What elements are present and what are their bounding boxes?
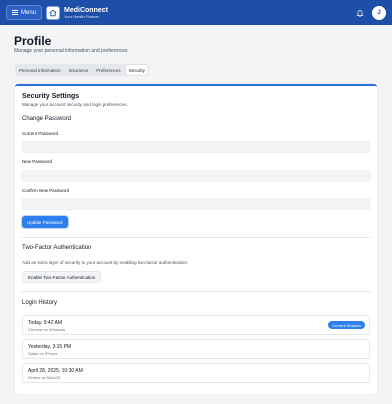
tab-security[interactable]: Security (125, 65, 148, 75)
update-password-button[interactable]: Update Password (22, 216, 68, 228)
app-name: MediConnect (64, 6, 108, 14)
app-tagline: Your Health Partner (64, 13, 99, 19)
page-title: Profile (14, 34, 52, 48)
tab-personal-information[interactable]: Personal Information (16, 65, 64, 75)
tab-insurance[interactable]: Insurance (66, 65, 92, 75)
bell-icon (356, 9, 364, 17)
session-time: Yesterday, 3:15 PM (28, 344, 72, 350)
confirm-password-field[interactable] (22, 198, 370, 210)
list-item: April 28, 2025, 10:30 AM Firefox on MacO… (22, 363, 370, 383)
list-item: Yesterday, 3:15 PM Safari on iPhone (22, 339, 370, 359)
new-password-field[interactable] (22, 170, 370, 182)
security-title: Security Settings (22, 93, 80, 100)
avatar[interactable]: J (372, 5, 386, 20)
current-session-badge: Current Session (328, 321, 365, 329)
session-time: Today, 9:42 AM (28, 320, 63, 326)
confirm-password-label: Confirm New Password (22, 188, 70, 193)
security-settings-card: Security Settings Manage your account se… (15, 84, 377, 394)
two-factor-description: Add an extra layer of security to your a… (22, 260, 189, 265)
tab-preferences[interactable]: Preferences (93, 65, 123, 75)
menu-button-label: Menu (21, 9, 37, 16)
session-device: Firefox on MacOS (28, 375, 61, 380)
divider (22, 237, 370, 238)
session-device: Safari on iPhone (28, 351, 58, 356)
new-password-label: New Password (22, 159, 53, 164)
profile-tabs: Personal Information Insurance Preferenc… (15, 64, 149, 76)
home-button[interactable] (46, 5, 61, 20)
session-device: Chrome on Windows (28, 327, 66, 332)
top-navigation-bar: Menu MediConnect Your Health Partner J (0, 0, 392, 25)
brand: MediConnect Your Health Partner (64, 7, 108, 19)
change-password-heading: Change Password (22, 116, 72, 122)
session-time: April 28, 2025, 10:30 AM (28, 368, 83, 374)
notifications-button[interactable] (354, 7, 366, 19)
security-subtitle: Manage your account security and login p… (22, 102, 128, 107)
menu-button[interactable]: Menu (6, 5, 43, 20)
menu-icon (12, 10, 18, 15)
current-password-field[interactable] (22, 141, 370, 153)
two-factor-heading: Two-Factor Authentication (22, 245, 92, 251)
login-history-heading: Login History (22, 300, 58, 306)
list-item: Today, 9:42 AM Chrome on Windows Current… (22, 315, 370, 335)
divider (22, 291, 370, 292)
current-password-label: Current Password (22, 131, 59, 136)
enable-two-factor-button[interactable]: Enable Two-Factor Authentication (22, 271, 102, 283)
page-subtitle: Manage your personal information and pre… (14, 48, 129, 54)
home-icon (49, 9, 57, 16)
